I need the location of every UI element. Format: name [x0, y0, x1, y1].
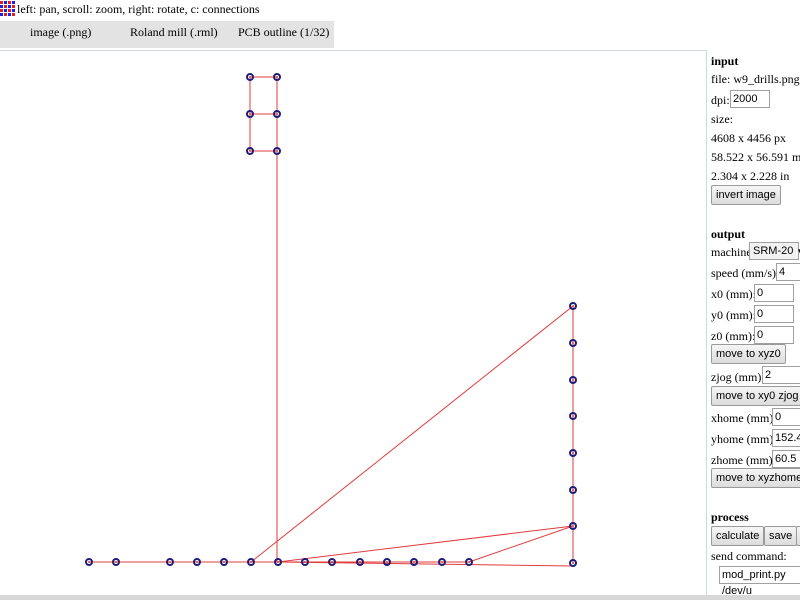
drill-center	[249, 150, 251, 152]
drill-center	[169, 561, 171, 563]
toolpath-lines	[89, 76, 574, 567]
module-tabs: image (.png) Roland mill (.rml) PCB outl…	[0, 21, 334, 48]
machine-select[interactable]: SRM-20 ▼	[749, 242, 800, 260]
yhome-label: yhome (mm):	[711, 432, 777, 446]
xhome-field[interactable]: 0	[772, 408, 800, 426]
toolpath-canvas[interactable]	[0, 50, 707, 599]
tab-pcb-outline[interactable]: PCB outline (1/32)	[238, 25, 329, 40]
move-to-xyzhome-button[interactable]: move to xyzhome an	[711, 468, 800, 488]
controls-hint: left: pan, scroll: zoom, right: rotate, …	[17, 2, 260, 16]
speed-label: speed (mm/s):	[711, 266, 780, 280]
zhome-field[interactable]: 60.5	[772, 450, 800, 468]
send-command-label: send command:	[711, 549, 787, 563]
control-panel: input file: w9_drills.png dpi: 2000 size…	[706, 50, 800, 598]
drill-center	[88, 561, 90, 563]
machine-select-value: SRM-20	[753, 245, 794, 257]
drill-center	[572, 525, 574, 527]
xhome-label: xhome (mm):	[711, 411, 777, 425]
save-button[interactable]: save	[764, 526, 798, 546]
drill-center	[572, 342, 574, 344]
drill-holes	[85, 73, 577, 567]
x0-label: x0 (mm):	[711, 287, 756, 301]
drill-center	[413, 561, 415, 563]
toolpath-segment	[250, 305, 574, 563]
drill-center	[250, 561, 252, 563]
move-to-xy0-zjog-button[interactable]: move to xy0 zjog	[711, 386, 800, 406]
drill-center	[304, 561, 306, 563]
drill-center	[386, 561, 388, 563]
move-to-xyz0-button[interactable]: move to xyz0	[711, 344, 786, 364]
z0-field[interactable]: 0	[754, 326, 794, 344]
machine-label: machine	[711, 245, 752, 259]
speed-field[interactable]: 4	[776, 263, 800, 281]
y0-label: y0 (mm):	[711, 308, 756, 322]
drill-center	[572, 489, 574, 491]
drill-center	[115, 561, 117, 563]
x0-field[interactable]: 0	[754, 284, 794, 302]
output-title: output	[711, 227, 746, 241]
size-px: 4608 x 4456 px	[711, 131, 786, 145]
toolpath-svg[interactable]	[0, 51, 706, 599]
dpi-field[interactable]: 2000	[730, 90, 770, 108]
app-grid-icon	[0, 1, 16, 17]
drill-center	[468, 561, 470, 563]
size-label: size:	[711, 112, 733, 126]
chevron-down-icon: ▼	[796, 247, 800, 256]
drill-center	[276, 150, 278, 152]
drill-center	[572, 452, 574, 454]
tab-roland-mill-rml[interactable]: Roland mill (.rml)	[130, 25, 218, 40]
drill-center	[572, 379, 574, 381]
drill-center	[331, 561, 333, 563]
toolpath-segment	[277, 561, 574, 567]
y0-field[interactable]: 0	[754, 305, 794, 323]
invert-image-button[interactable]: invert image	[711, 185, 781, 205]
calculate-button[interactable]: calculate	[711, 526, 765, 546]
dpi-label: dpi:	[711, 93, 730, 107]
input-title: input	[711, 54, 739, 68]
drill-center	[196, 561, 198, 563]
top-bar: left: pan, scroll: zoom, right: rotate, …	[0, 0, 800, 20]
send-command-field[interactable]: mod_print.py /dev/u	[719, 566, 800, 597]
process-title: process	[711, 510, 749, 524]
zjog-field[interactable]: 2	[762, 366, 800, 384]
drill-center	[249, 113, 251, 115]
z0-label: z0 (mm):	[711, 329, 756, 343]
drill-center	[223, 561, 225, 563]
extra-button[interactable]	[796, 526, 800, 546]
drill-center	[249, 76, 251, 78]
drill-center	[572, 305, 574, 307]
zhome-label: zhome (mm):	[711, 453, 776, 467]
toolpath-segment	[468, 525, 574, 563]
horizontal-scrollbar[interactable]	[0, 595, 800, 600]
drill-center	[276, 113, 278, 115]
file-label: file: w9_drills.png	[711, 72, 800, 86]
drill-center	[277, 561, 279, 563]
drill-center	[276, 76, 278, 78]
size-mm: 58.522 x 56.591 mm	[711, 150, 800, 164]
yhome-field[interactable]: 152.4	[772, 429, 800, 447]
drill-center	[441, 561, 443, 563]
drill-center	[359, 561, 361, 563]
tab-image-png[interactable]: image (.png)	[30, 25, 91, 40]
zjog-label: zjog (mm):	[711, 370, 765, 384]
drill-center	[572, 562, 574, 564]
toolpath-segment	[277, 525, 574, 563]
size-in: 2.304 x 2.228 in	[711, 169, 790, 183]
drill-center	[572, 415, 574, 417]
